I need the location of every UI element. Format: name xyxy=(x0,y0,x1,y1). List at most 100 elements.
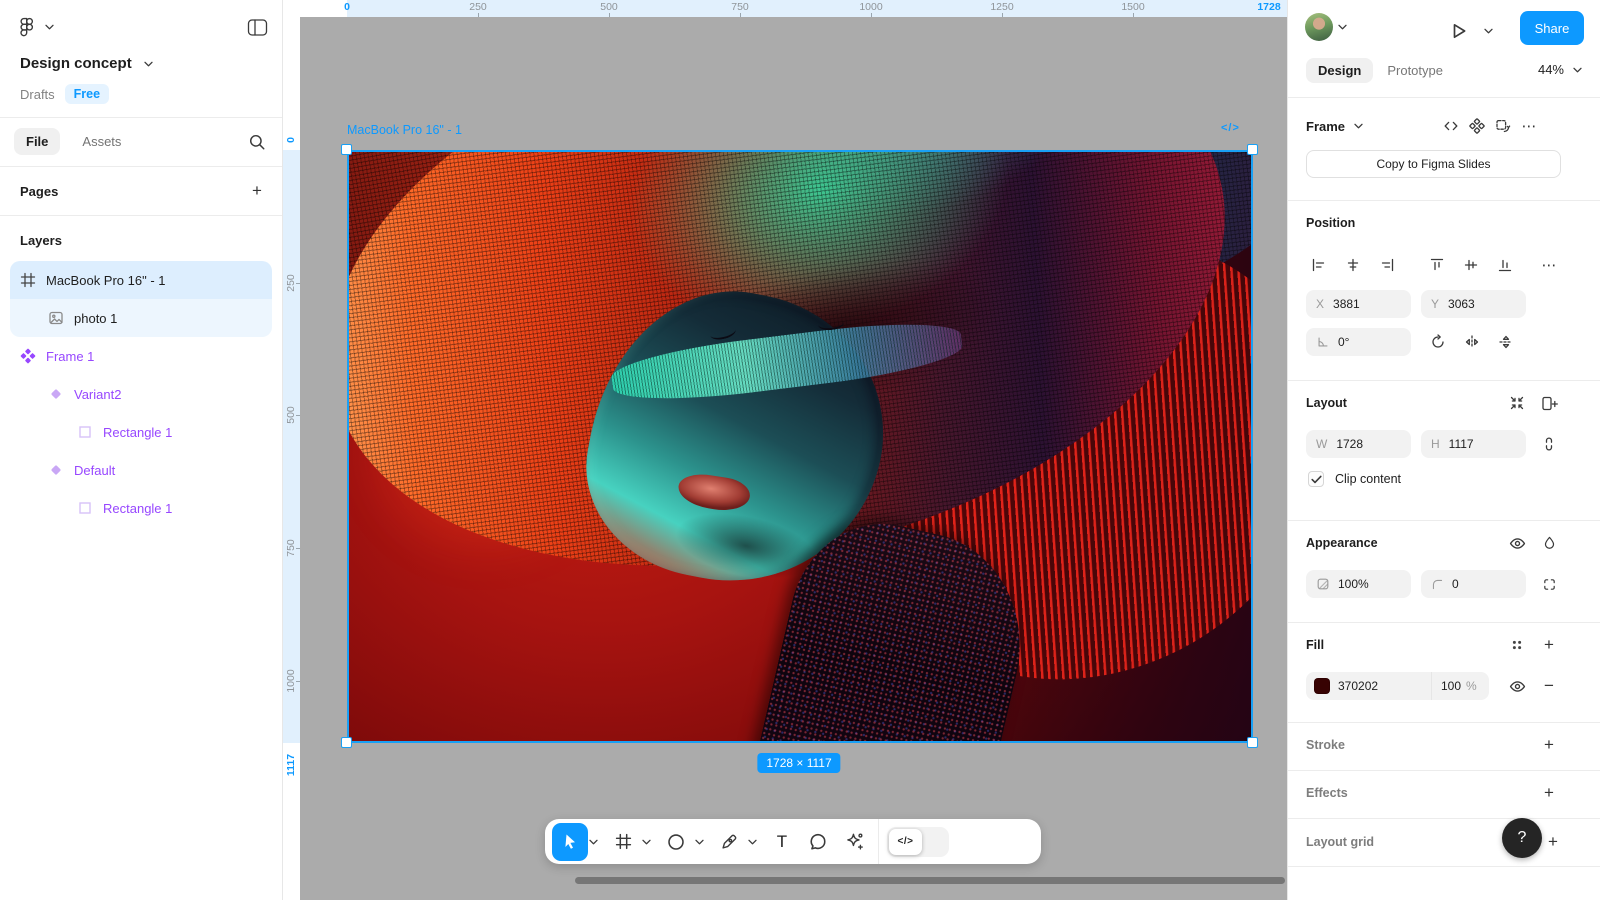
x-position-field[interactable]: X 3881 xyxy=(1306,290,1411,318)
add-page-button[interactable]: + xyxy=(244,178,270,204)
add-auto-layout-button[interactable] xyxy=(1536,390,1562,416)
corner-radius-field[interactable]: 0 xyxy=(1421,570,1526,598)
align-horizontal-center-button[interactable] xyxy=(1336,252,1370,278)
layers-title: Layers xyxy=(20,233,62,248)
actions-tool-button[interactable] xyxy=(836,823,872,861)
align-right-button[interactable] xyxy=(1370,252,1404,278)
account-chevron-icon[interactable] xyxy=(1338,24,1347,30)
copy-to-slides-button[interactable]: Copy to Figma Slides xyxy=(1306,150,1561,178)
y-value: 3063 xyxy=(1448,297,1475,311)
fill-hex-value[interactable]: 370202 xyxy=(1338,679,1378,693)
layer-row-rectangle1b[interactable]: Rectangle 1 xyxy=(10,489,272,527)
y-position-field[interactable]: Y 3063 xyxy=(1421,290,1526,318)
present-chevron-icon[interactable] xyxy=(1484,28,1493,34)
align-left-button[interactable] xyxy=(1302,252,1336,278)
selection-handle-top-right[interactable] xyxy=(1247,144,1258,155)
flip-vertical-button[interactable] xyxy=(1489,329,1523,355)
vertical-ruler[interactable]: 0 250 500 750 1000 1117 xyxy=(283,17,300,900)
horizontal-scrollbar[interactable] xyxy=(575,877,1285,884)
align-bottom-button[interactable] xyxy=(1488,252,1522,278)
pen-tool-chevron-icon[interactable] xyxy=(748,839,757,845)
rotation-field[interactable]: 0° xyxy=(1306,328,1411,356)
more-options-button[interactable]: ⋯ xyxy=(1516,113,1542,139)
chevron-down-icon[interactable] xyxy=(45,24,54,30)
resize-to-fit-button[interactable] xyxy=(1504,390,1530,416)
tab-prototype[interactable]: Prototype xyxy=(1387,63,1443,78)
move-tool-button[interactable] xyxy=(552,823,588,861)
share-button[interactable]: Share xyxy=(1520,11,1584,45)
file-menu-chevron-icon[interactable] xyxy=(144,61,153,67)
constrain-proportions-button[interactable] xyxy=(1536,431,1562,457)
figma-logo-menu[interactable] xyxy=(14,14,40,40)
layer-row-frame1[interactable]: Frame 1 xyxy=(10,337,272,375)
align-top-button[interactable] xyxy=(1420,252,1454,278)
move-tool-chevron-icon[interactable] xyxy=(589,839,598,845)
fill-styles-button[interactable] xyxy=(1504,632,1530,658)
view-code-chip[interactable]: </> xyxy=(1221,122,1240,134)
shape-tool-chevron-icon[interactable] xyxy=(695,839,704,845)
frame-icon xyxy=(20,272,36,288)
add-layout-grid-button[interactable]: + xyxy=(1540,829,1566,855)
independent-corners-button[interactable] xyxy=(1536,571,1562,597)
toolbar-divider xyxy=(878,819,879,864)
instance-swap-button[interactable] xyxy=(1490,113,1516,139)
collapse-panel-button[interactable] xyxy=(244,14,270,40)
shape-tool-button[interactable] xyxy=(658,823,694,861)
photo-1-image[interactable] xyxy=(349,152,1251,741)
code-icon xyxy=(1443,118,1459,134)
present-button[interactable] xyxy=(1446,18,1472,44)
add-stroke-button[interactable]: + xyxy=(1536,732,1562,758)
dev-mode-toggle[interactable]: </> xyxy=(887,827,949,857)
layer-row-photo[interactable]: photo 1 xyxy=(10,299,272,337)
selected-frame[interactable] xyxy=(347,150,1253,743)
breadcrumb-drafts[interactable]: Drafts xyxy=(20,87,55,102)
position-more-button[interactable]: ⋯ xyxy=(1536,252,1562,278)
fill-opacity-field[interactable]: 100 % xyxy=(1431,672,1489,700)
layer-row-macbook-frame[interactable]: MacBook Pro 16" - 1 xyxy=(10,261,272,299)
add-effect-button[interactable]: + xyxy=(1536,780,1562,806)
pen-tool-button[interactable] xyxy=(711,823,747,861)
height-field[interactable]: H 1117 xyxy=(1421,430,1526,458)
width-field[interactable]: W 1728 xyxy=(1306,430,1411,458)
horizontal-ruler[interactable]: 0 250 500 750 1000 1250 1500 1728 xyxy=(283,0,1287,17)
comment-tool-button[interactable] xyxy=(800,823,836,861)
user-avatar[interactable] xyxy=(1305,13,1333,41)
selection-handle-top-left[interactable] xyxy=(341,144,352,155)
ruler-tick xyxy=(1002,13,1003,17)
blend-mode-button[interactable] xyxy=(1536,530,1562,556)
layer-row-rectangle1[interactable]: Rectangle 1 xyxy=(10,413,272,451)
selection-handle-bottom-right[interactable] xyxy=(1247,737,1258,748)
tab-design[interactable]: Design xyxy=(1306,58,1373,83)
opacity-field[interactable]: 100% xyxy=(1306,570,1411,598)
flip-horizontal-button[interactable] xyxy=(1455,329,1489,355)
frame-title-label[interactable]: MacBook Pro 16" - 1 xyxy=(347,123,462,137)
add-fill-button[interactable]: + xyxy=(1536,632,1562,658)
remove-fill-button[interactable]: − xyxy=(1536,673,1562,699)
selection-type-label[interactable]: Frame xyxy=(1306,119,1345,134)
frame-tool-button[interactable] xyxy=(605,823,641,861)
clip-content-checkbox[interactable] xyxy=(1308,471,1324,487)
canvas[interactable]: 0 250 500 750 1000 1250 1500 1728 0 250 … xyxy=(283,0,1287,900)
help-button[interactable]: ? xyxy=(1502,818,1542,858)
search-button[interactable] xyxy=(244,129,270,155)
selection-handle-bottom-left[interactable] xyxy=(341,737,352,748)
tab-file[interactable]: File xyxy=(14,128,60,155)
rotate-button[interactable] xyxy=(1421,329,1455,355)
layer-row-variant2[interactable]: Variant2 xyxy=(10,375,272,413)
sparkle-icon xyxy=(845,832,864,851)
frame-chevron-icon[interactable] xyxy=(1354,123,1363,129)
appearance-visibility-button[interactable] xyxy=(1504,530,1530,556)
fill-title: Fill xyxy=(1306,638,1324,652)
align-vertical-center-button[interactable] xyxy=(1454,252,1488,278)
fill-visibility-button[interactable] xyxy=(1504,673,1530,699)
text-tool-button[interactable]: T xyxy=(764,823,800,861)
zoom-control[interactable]: 44% xyxy=(1538,62,1582,77)
tab-assets[interactable]: Assets xyxy=(82,134,121,149)
dev-code-button[interactable] xyxy=(1438,113,1464,139)
create-component-button[interactable] xyxy=(1464,113,1490,139)
frame-tool-chevron-icon[interactable] xyxy=(642,839,651,845)
clip-content-label: Clip content xyxy=(1335,472,1401,486)
fill-color-swatch[interactable] xyxy=(1314,678,1330,694)
layer-row-default[interactable]: Default xyxy=(10,451,272,489)
file-name[interactable]: Design concept xyxy=(20,55,132,72)
